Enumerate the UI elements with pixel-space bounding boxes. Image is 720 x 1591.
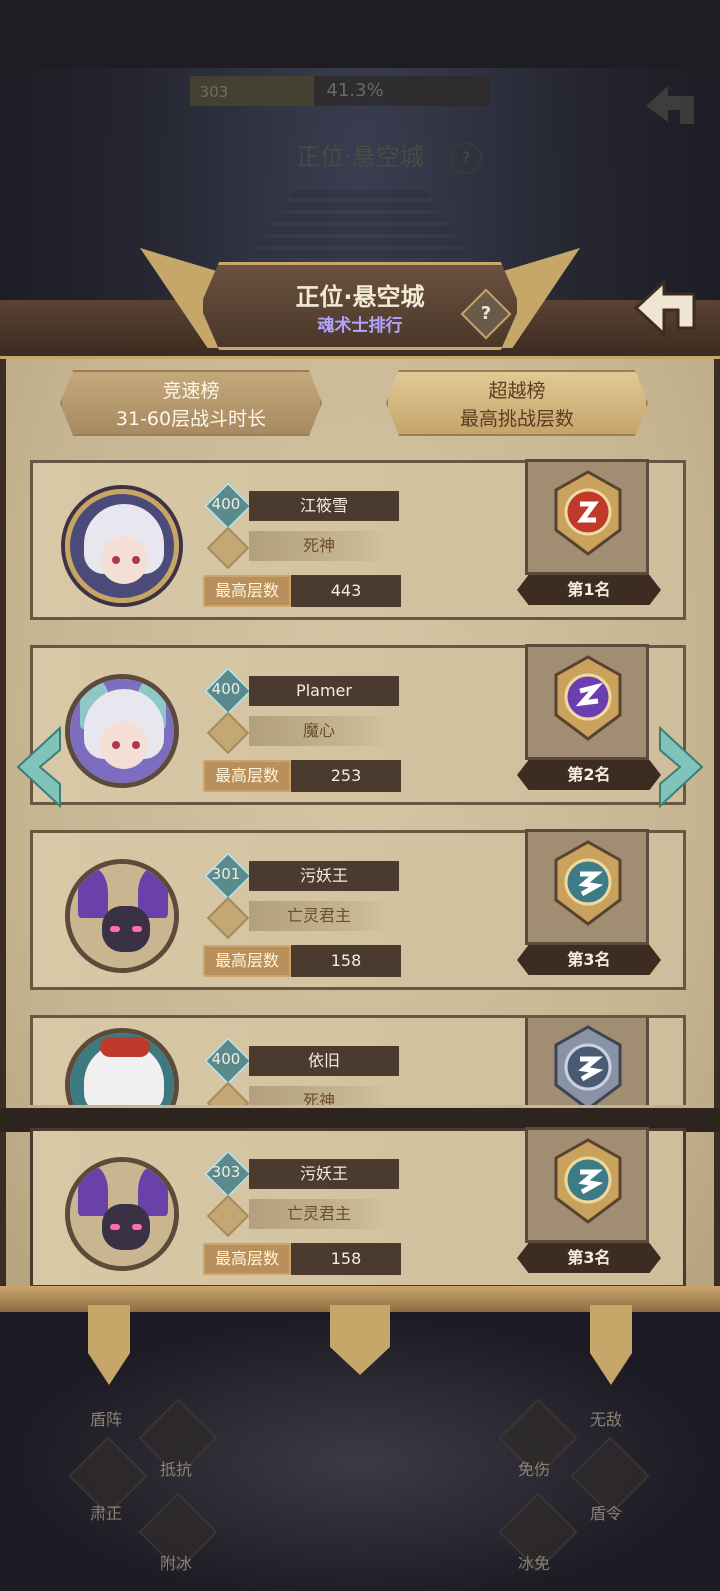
tab-speed-title: 竞速榜 xyxy=(162,380,220,402)
rank-row-1[interactable]: 400 江筱雪 死神 最高层数 443 第1名 xyxy=(30,459,686,620)
rank-badge-icon xyxy=(554,1025,622,1105)
bottom-label: 抵抗 xyxy=(159,1460,192,1479)
bottom-label: 无敌 xyxy=(589,1410,622,1429)
best-floor-value: 158 xyxy=(291,945,401,977)
player-name: 江筱雪 xyxy=(249,491,399,521)
best-floor-label: 最高层数 xyxy=(203,575,291,607)
level-badge: 400 xyxy=(203,481,253,531)
rank-badge-frame xyxy=(525,644,649,760)
bottom-label: 附冰 xyxy=(159,1554,192,1573)
player-class: 亡灵君主 xyxy=(249,901,389,931)
back-arrow-icon xyxy=(633,278,696,338)
player-name: 污妖王 xyxy=(249,1159,399,1189)
background-level: 303 xyxy=(199,83,229,101)
player-class: 死神 xyxy=(249,1086,389,1105)
rank-badge-frame xyxy=(525,829,649,945)
class-icon xyxy=(206,526,250,570)
bottom-label: 肃正 xyxy=(89,1504,122,1523)
rank-badge-icon xyxy=(554,655,622,741)
chevron-right-icon xyxy=(659,725,704,809)
rank-label: 第2名 xyxy=(517,760,661,790)
player-avatar[interactable] xyxy=(65,859,179,973)
player-avatar[interactable] xyxy=(65,489,179,603)
rank-label: 第3名 xyxy=(517,1243,661,1273)
best-floor-value: 253 xyxy=(291,760,401,792)
level-badge: 301 xyxy=(203,851,253,901)
level-badge: 303 xyxy=(203,1149,253,1199)
background-help-icon: ? xyxy=(450,142,482,174)
best-floor-label: 最高层数 xyxy=(203,945,291,977)
player-avatar[interactable] xyxy=(65,1157,179,1271)
top-bar xyxy=(0,0,720,68)
self-rank-row[interactable]: 303 污妖王 亡灵君主 最高层数 158 第3名 xyxy=(30,1127,686,1288)
best-floor-value: 443 xyxy=(291,575,401,607)
rank-row-2[interactable]: 400 Plamer 魔心 最高层数 253 第2名 xyxy=(30,644,686,805)
rank-row-3[interactable]: 301 污妖王 亡灵君主 最高层数 158 第3名 xyxy=(30,829,686,990)
player-class: 魔心 xyxy=(249,716,389,746)
best-floor-label: 最高层数 xyxy=(203,760,291,792)
rank-badge-icon xyxy=(554,470,622,556)
player-name: Plamer xyxy=(249,676,399,706)
best-floor-label: 最高层数 xyxy=(203,1243,291,1275)
player-avatar[interactable] xyxy=(65,1028,179,1105)
next-arrow-button[interactable] xyxy=(654,724,710,810)
rank-badge-frame xyxy=(525,459,649,575)
rank-badge-frame xyxy=(525,1018,649,1105)
tab-surpass-title: 超越榜 xyxy=(488,380,546,402)
level-badge: 400 xyxy=(203,1036,253,1086)
back-button[interactable] xyxy=(632,276,702,340)
tab-speed-ranking[interactable]: 竞速榜 31-60层战斗时长 xyxy=(60,370,322,436)
level-badge: 400 xyxy=(203,666,253,716)
rank-label: 第3名 xyxy=(517,945,661,975)
class-icon xyxy=(206,1081,250,1105)
avatar-hat xyxy=(100,1037,150,1057)
rank-badge-icon xyxy=(554,1138,622,1224)
rank-badge-frame xyxy=(525,1127,649,1243)
background-title: 正位·悬空城 xyxy=(296,143,424,171)
avatar-face xyxy=(100,721,148,769)
best-floor-value: 158 xyxy=(291,1243,401,1275)
bottom-label: 盾阵 xyxy=(89,1410,122,1429)
avatar-face xyxy=(100,536,148,584)
rank-badge-icon xyxy=(554,840,622,926)
background-back-icon xyxy=(646,86,694,124)
rank-row-4[interactable]: 400 依旧 死神 xyxy=(30,1015,686,1105)
bottom-label: 免伤 xyxy=(517,1460,550,1479)
chevron-left-icon xyxy=(16,725,61,809)
bottom-label: 盾令 xyxy=(589,1504,622,1523)
player-avatar[interactable] xyxy=(65,674,179,788)
player-class: 死神 xyxy=(249,531,389,561)
bottom-label: 冰免 xyxy=(517,1554,550,1573)
player-name: 污妖王 xyxy=(249,861,399,891)
tab-surpass-ranking[interactable]: 超越榜 最高挑战层数 xyxy=(386,370,648,436)
class-icon xyxy=(206,1194,250,1238)
class-icon xyxy=(206,711,250,755)
class-icon xyxy=(206,896,250,940)
previous-arrow-button[interactable] xyxy=(10,724,66,810)
tab-speed-desc: 31-60层战斗时长 xyxy=(115,408,267,430)
tab-surpass-desc: 最高挑战层数 xyxy=(459,408,574,430)
background-progress-text: 41.3% xyxy=(326,80,384,101)
player-class: 亡灵君主 xyxy=(249,1199,389,1229)
help-icon: ? xyxy=(480,303,492,324)
rank-label: 第1名 xyxy=(517,575,661,605)
player-name: 依旧 xyxy=(249,1046,399,1076)
